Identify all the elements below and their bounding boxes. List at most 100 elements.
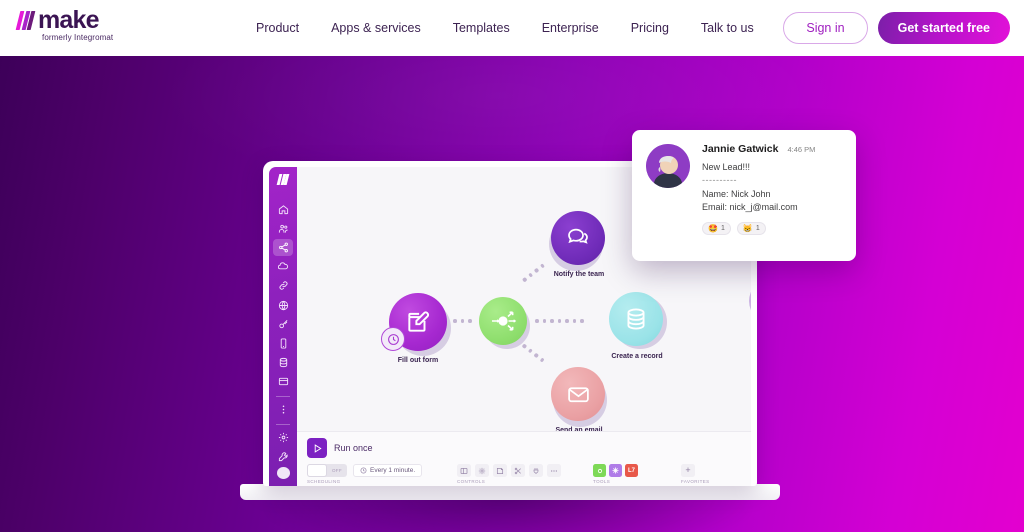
home-icon: [278, 205, 288, 215]
nav-item-product[interactable]: Product: [240, 15, 315, 41]
sidebar-item-team[interactable]: [273, 220, 293, 237]
notification-card[interactable]: Jannie Gatwick 4:46 PM New Lead!!! -----…: [632, 130, 856, 261]
sidebar-divider-2: [276, 424, 290, 426]
play-icon: [314, 443, 322, 453]
sidebar-item-connections[interactable]: [273, 277, 293, 294]
sidebar-item-more[interactable]: [273, 401, 293, 418]
router-arrows-icon: [492, 311, 517, 331]
datastore-icon: [279, 357, 287, 368]
nav-item-templates[interactable]: Templates: [437, 15, 526, 41]
more-dots-icon: [282, 405, 284, 414]
reaction-count-2: 1: [755, 225, 760, 232]
nav-item-apps-services[interactable]: Apps & services: [315, 15, 437, 41]
tool-green-icon: [597, 468, 602, 473]
control-plug-button[interactable]: [529, 464, 543, 477]
toggle-knob: [307, 464, 327, 477]
make-logo[interactable]: make formerly Integromat: [15, 6, 113, 42]
connector-router-to-email: [521, 343, 545, 363]
header-actions: Sign in Get started free: [783, 12, 1010, 44]
chat-bubbles-icon: [568, 228, 588, 244]
toolbar-groups: OFF Every 1 minute. SCHEDULING CONTROLS …: [307, 464, 741, 484]
favorites-caption: FAVORITES: [681, 479, 710, 484]
notification-line-name: Name: Nick John: [702, 189, 771, 199]
plug-icon: [533, 467, 539, 474]
panels-icon: [460, 467, 468, 474]
avatar-person-icon: [749, 291, 751, 311]
logo-row: make: [15, 6, 100, 34]
node-label-notify-the-team: Notify the team: [553, 271, 605, 278]
schedule-text: Every 1 minute.: [370, 467, 416, 474]
control-settings-button[interactable]: [475, 464, 489, 477]
scenarios-share-icon: [278, 242, 288, 253]
node-notify-the-team[interactable]: [551, 211, 605, 265]
control-more-button[interactable]: [547, 464, 561, 477]
scheduling-group: OFF Every 1 minute. SCHEDULING: [307, 464, 435, 484]
tool-green-button[interactable]: [593, 464, 606, 477]
sidebar-item-webhooks[interactable]: [273, 297, 293, 314]
avatar-icon: [646, 144, 690, 188]
node-router[interactable]: [479, 297, 527, 345]
notification-avatar: [646, 144, 690, 188]
run-once-button[interactable]: [307, 438, 327, 458]
hero-section: Fill out form Notify the team Create a r…: [0, 56, 1024, 532]
notification-body: Jannie Gatwick 4:46 PM New Lead!!! -----…: [702, 143, 842, 235]
sidebar-item-tools[interactable]: [273, 448, 293, 465]
tools-group: L7 TOOLS: [593, 464, 655, 484]
control-note-button[interactable]: [493, 464, 507, 477]
sidebar-item-datastore[interactable]: [273, 354, 293, 371]
logo-wordmark: make: [38, 6, 100, 34]
collaborator-avatar-large[interactable]: [749, 279, 751, 323]
sign-in-button[interactable]: Sign in: [783, 12, 868, 44]
node-create-a-record[interactable]: [609, 292, 663, 346]
connector-form-to-router: [453, 319, 472, 323]
nav-item-enterprise[interactable]: Enterprise: [526, 15, 615, 41]
run-once-label: Run once: [334, 443, 373, 453]
sidebar-item-keys[interactable]: [273, 316, 293, 333]
get-started-button[interactable]: Get started free: [877, 12, 1010, 44]
sidebar-item-scenarios[interactable]: [273, 239, 293, 257]
tool-purple-icon: [612, 467, 619, 474]
app-sidebar: [269, 167, 297, 486]
settings-gear-icon: [278, 432, 288, 443]
tool-red-button[interactable]: L7: [625, 464, 638, 477]
node-send-an-email[interactable]: [551, 367, 605, 421]
database-icon: [627, 308, 645, 330]
main-navigation: Product Apps & services Templates Enterp…: [240, 0, 849, 56]
notification-reactions: 🤩 1 😸 1: [702, 222, 842, 235]
note-icon: [496, 467, 504, 474]
control-panels-button[interactable]: [457, 464, 471, 477]
nav-item-talk-to-us[interactable]: Talk to us: [685, 15, 770, 41]
nav-item-pricing[interactable]: Pricing: [615, 15, 685, 41]
node-badge-schedule[interactable]: [381, 327, 405, 351]
wrench-icon: [278, 452, 288, 462]
connector-router-to-record: [535, 319, 584, 323]
tool-purple-button[interactable]: [609, 464, 622, 477]
sidebar-item-settings[interactable]: [273, 429, 293, 446]
envelope-icon: [567, 386, 589, 402]
scenario-toolbar: Run once OFF Every 1 minute. SCHEDULING …: [297, 431, 751, 486]
schedule-chip[interactable]: Every 1 minute.: [353, 464, 423, 477]
reaction-pill-1[interactable]: 🤩 1: [702, 222, 731, 235]
favorites-add-button[interactable]: +: [681, 464, 695, 477]
scheduling-toggle[interactable]: OFF: [307, 464, 347, 477]
sidebar-item-home[interactable]: [273, 201, 293, 218]
datastructure-icon: [278, 377, 288, 386]
sidebar-item-templates[interactable]: [273, 258, 293, 275]
notification-title: New Lead!!!: [702, 162, 751, 172]
webhooks-globe-icon: [278, 300, 288, 310]
reaction-emoji-1: 🤩: [708, 224, 718, 233]
sidebar-item-datastructure[interactable]: [273, 373, 293, 390]
sidebar-item-devices[interactable]: [273, 335, 293, 352]
clock-icon: [387, 333, 399, 345]
sidebar-user-avatar[interactable]: [276, 467, 290, 479]
notification-author: Jannie Gatwick: [702, 143, 779, 155]
reaction-pill-2[interactable]: 😸 1: [736, 222, 766, 235]
node-label-fill-out-form: Fill out form: [397, 357, 439, 364]
favorites-group: + FAVORITES: [681, 464, 710, 484]
team-icon: [278, 224, 288, 233]
templates-icon: [277, 262, 288, 270]
toggle-state-label: OFF: [332, 468, 342, 473]
control-cut-button[interactable]: [511, 464, 525, 477]
tools-caption: TOOLS: [593, 479, 611, 484]
run-row: Run once: [307, 438, 741, 458]
